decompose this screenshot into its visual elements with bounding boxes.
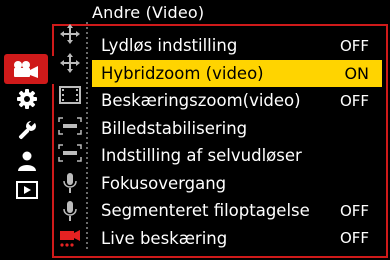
menu-row-segmented-file[interactable]: Segmenteret filoptagelse OFF	[92, 197, 382, 225]
menu-row-label: Lydløs indstilling	[101, 36, 238, 56]
person-icon	[18, 151, 36, 171]
menu-row-label: Hybridzoom (video)	[101, 63, 264, 83]
menu-row-value: ON	[344, 63, 369, 83]
menu-row-label: Indstilling af selvudløser	[101, 146, 302, 166]
film-strip-icon	[59, 86, 81, 104]
tab-custom[interactable]	[11, 86, 43, 112]
sub-tab-column	[54, 0, 84, 260]
menu-row-label: Fokusovergang	[101, 173, 227, 193]
menu-row-value: OFF	[339, 229, 369, 248]
main-tab-column	[0, 0, 52, 260]
subtab-1[interactable]	[57, 22, 83, 46]
tab-video[interactable]	[4, 54, 48, 84]
menu-row-focus-transition[interactable]: Fokusovergang	[92, 170, 382, 198]
menu-row-silent-mode[interactable]: Lydløs indstilling OFF	[92, 32, 382, 60]
playback-icon	[16, 181, 38, 199]
menu-row-value: OFF	[339, 201, 369, 220]
focus-icon	[58, 117, 82, 135]
menu-row-crop-zoom[interactable]: Beskæringszoom(video) OFF	[92, 87, 382, 115]
menu-title: Andre (Video)	[92, 3, 205, 22]
video-other-icon	[60, 230, 80, 247]
menu-row-label: Segmenteret filoptagelse	[101, 201, 310, 221]
panel-frame-bottom	[52, 256, 388, 258]
subtab-6[interactable]	[57, 171, 83, 195]
menu-row-image-stabilization[interactable]: Billedstabilisering	[92, 115, 382, 143]
focus-icon	[58, 144, 82, 162]
menu-row-value: OFF	[339, 91, 369, 110]
menu-row-label: Billedstabilisering	[101, 118, 248, 138]
subtab-2[interactable]	[57, 51, 83, 75]
menu-row-live-crop[interactable]: Live beskæring OFF	[92, 225, 382, 253]
menu-row-value: OFF	[339, 36, 369, 55]
panel-frame-top	[52, 24, 388, 26]
microphone-icon	[63, 201, 77, 221]
crosshair-arrows-icon	[60, 24, 80, 44]
subtab-7[interactable]	[57, 199, 83, 223]
subtab-3[interactable]	[57, 83, 83, 107]
menu-row-self-timer[interactable]: Indstilling af selvudløser	[92, 142, 382, 170]
menu-row-hybrid-zoom[interactable]: Hybridzoom (video) ON	[92, 59, 382, 87]
tab-my-menu[interactable]	[11, 148, 43, 174]
sub-tab-divider	[86, 22, 88, 252]
subtab-4[interactable]	[57, 114, 83, 138]
gear-icon	[17, 89, 37, 109]
tab-setup[interactable]	[11, 117, 43, 143]
menu-row-label: Live beskæring	[101, 228, 228, 248]
tab-playback[interactable]	[11, 177, 43, 203]
panel-frame-right	[386, 24, 388, 258]
menu-list: Lydløs indstilling OFF Hybridzoom (video…	[92, 32, 382, 252]
menu-row-label: Beskæringszoom(video)	[101, 91, 301, 111]
video-camera-icon	[14, 61, 38, 78]
subtab-8-active[interactable]	[57, 226, 83, 250]
camera-menu-screen: Andre (Video) Lydløs indstilling OFF Hyb…	[0, 0, 390, 260]
microphone-icon	[63, 173, 77, 193]
subtab-5[interactable]	[57, 141, 83, 165]
crosshair-arrows-icon	[60, 53, 80, 73]
wrench-icon	[18, 119, 36, 140]
